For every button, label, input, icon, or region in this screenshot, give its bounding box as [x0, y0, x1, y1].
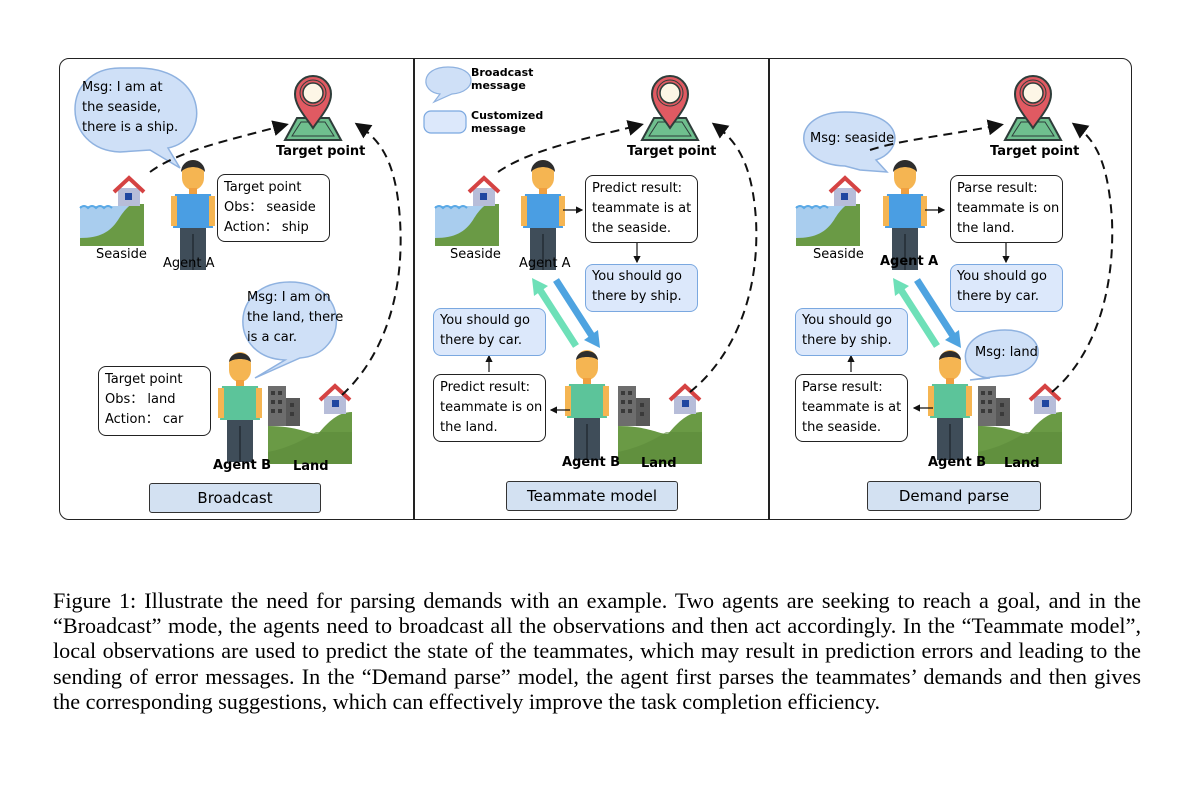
- mode-label-teammate-model: Teammate model: [506, 481, 678, 511]
- agent-a-label: Agent A: [519, 256, 571, 271]
- seaside-label: Seaside: [813, 247, 864, 262]
- mode-label-demand-parse: Demand parse: [867, 481, 1041, 511]
- msg-line: the land, there: [247, 310, 344, 325]
- box-line: Predict result:: [440, 380, 531, 395]
- box-line: teammate is on: [440, 400, 543, 415]
- box-line: there by ship.: [802, 333, 892, 348]
- agent-b-label: Agent B: [562, 455, 621, 470]
- seaside-icon: [433, 176, 501, 248]
- agent-b-broadcast-msg: Msg: land: [975, 345, 1038, 360]
- dashed-path: [1051, 122, 1114, 393]
- dashed-path: [341, 122, 402, 396]
- legend-line: message: [471, 122, 526, 135]
- box-line: teammate is at: [802, 400, 902, 415]
- agent-a-label: Agent A: [880, 254, 939, 269]
- legend-bubble-icon: [425, 66, 472, 104]
- figure-caption: Figure 1: Illustrate the need for parsin…: [53, 588, 1141, 714]
- box-line: Parse result:: [957, 181, 1038, 196]
- land-icon: [616, 384, 704, 466]
- target-pin-icon: [641, 75, 699, 141]
- agent-a-label: Agent A: [163, 256, 215, 271]
- land-label: Land: [293, 459, 329, 474]
- box-line: there by car.: [957, 289, 1039, 304]
- agent-a-broadcast-msg: Msg: I am at the seaside, there is a shi…: [82, 78, 178, 138]
- msg-line: the seaside,: [82, 100, 161, 115]
- legend-line: Broadcast: [471, 66, 534, 79]
- agent-b-label: Agent B: [213, 458, 272, 473]
- land-icon: [976, 384, 1064, 466]
- agent-a-parse-box: Parse result: teammate is on the land.: [950, 175, 1063, 243]
- agent-b-advice-box: You should go there by car.: [433, 308, 546, 356]
- box-line: the seaside.: [592, 221, 671, 236]
- agent-b-icon: [217, 351, 263, 463]
- agent-b-advice-box: You should go there by ship.: [795, 308, 908, 356]
- box-line: teammate is on: [957, 201, 1060, 216]
- legend-line: Customized: [471, 109, 544, 122]
- land-label: Land: [1004, 456, 1040, 471]
- legend-customized-label: Customized message: [471, 109, 543, 135]
- msg-line: Msg: I am on: [247, 290, 331, 305]
- msg-line: Msg: I am at: [82, 80, 163, 95]
- legend-line: message: [471, 79, 526, 92]
- box-line: Action： car: [105, 412, 184, 427]
- box-line: Target point: [105, 372, 183, 387]
- agent-a-obs-box: Target point Obs： seaside Action： ship: [217, 174, 330, 242]
- box-line: You should go: [802, 313, 892, 328]
- target-pin-icon: [1004, 75, 1062, 141]
- agent-b-icon: [564, 349, 610, 461]
- agent-b-obs-box: Target point Obs： land Action： car: [98, 366, 211, 436]
- target-point-label: Target point: [627, 144, 717, 159]
- agent-b-label: Agent B: [928, 455, 987, 470]
- legend-broadcast-label: Broadcast message: [471, 66, 533, 92]
- seaside-icon: [78, 176, 146, 248]
- agent-a-broadcast-msg: Msg: seaside: [810, 131, 895, 146]
- legend-box-icon: [423, 110, 467, 134]
- box-line: Action： ship: [224, 220, 309, 235]
- box-line: Obs： land: [105, 392, 176, 407]
- box-line: Parse result:: [802, 380, 883, 395]
- target-point-label: Target point: [276, 144, 366, 159]
- box-line: You should go: [957, 269, 1047, 284]
- land-label: Land: [641, 456, 677, 471]
- agent-a-advice-box: You should go there by car.: [950, 264, 1063, 312]
- dashed-path: [689, 122, 758, 393]
- msg-line: there is a ship.: [82, 120, 179, 135]
- agent-b-predict-box: Predict result: teammate is on the land.: [433, 374, 546, 442]
- seaside-icon: [794, 176, 862, 248]
- agent-b-icon: [927, 349, 973, 461]
- box-line: Obs： seaside: [224, 200, 316, 215]
- box-line: there by ship.: [592, 289, 682, 304]
- box-line: You should go: [440, 313, 530, 328]
- agent-a-predict-box: Predict result: teammate is at the seasi…: [585, 175, 698, 243]
- box-line: there by car.: [440, 333, 522, 348]
- box-line: teammate is at: [592, 201, 692, 216]
- box-line: the seaside.: [802, 420, 881, 435]
- target-pin-icon: [284, 75, 342, 141]
- land-icon: [266, 384, 354, 466]
- box-line: Predict result:: [592, 181, 683, 196]
- target-point-label: Target point: [990, 144, 1080, 159]
- agent-b-broadcast-msg: Msg: I am on the land, there is a car.: [247, 288, 343, 348]
- seaside-label: Seaside: [450, 247, 501, 262]
- box-line: the land.: [440, 420, 498, 435]
- agent-a-advice-box: You should go there by ship.: [585, 264, 698, 312]
- agent-b-parse-box: Parse result: teammate is at the seaside…: [795, 374, 908, 442]
- mode-label-broadcast: Broadcast: [149, 483, 321, 513]
- box-line: the land.: [957, 221, 1015, 236]
- box-line: You should go: [592, 269, 682, 284]
- seaside-label: Seaside: [96, 247, 147, 262]
- box-line: Target point: [224, 180, 302, 195]
- msg-line: is a car.: [247, 330, 298, 345]
